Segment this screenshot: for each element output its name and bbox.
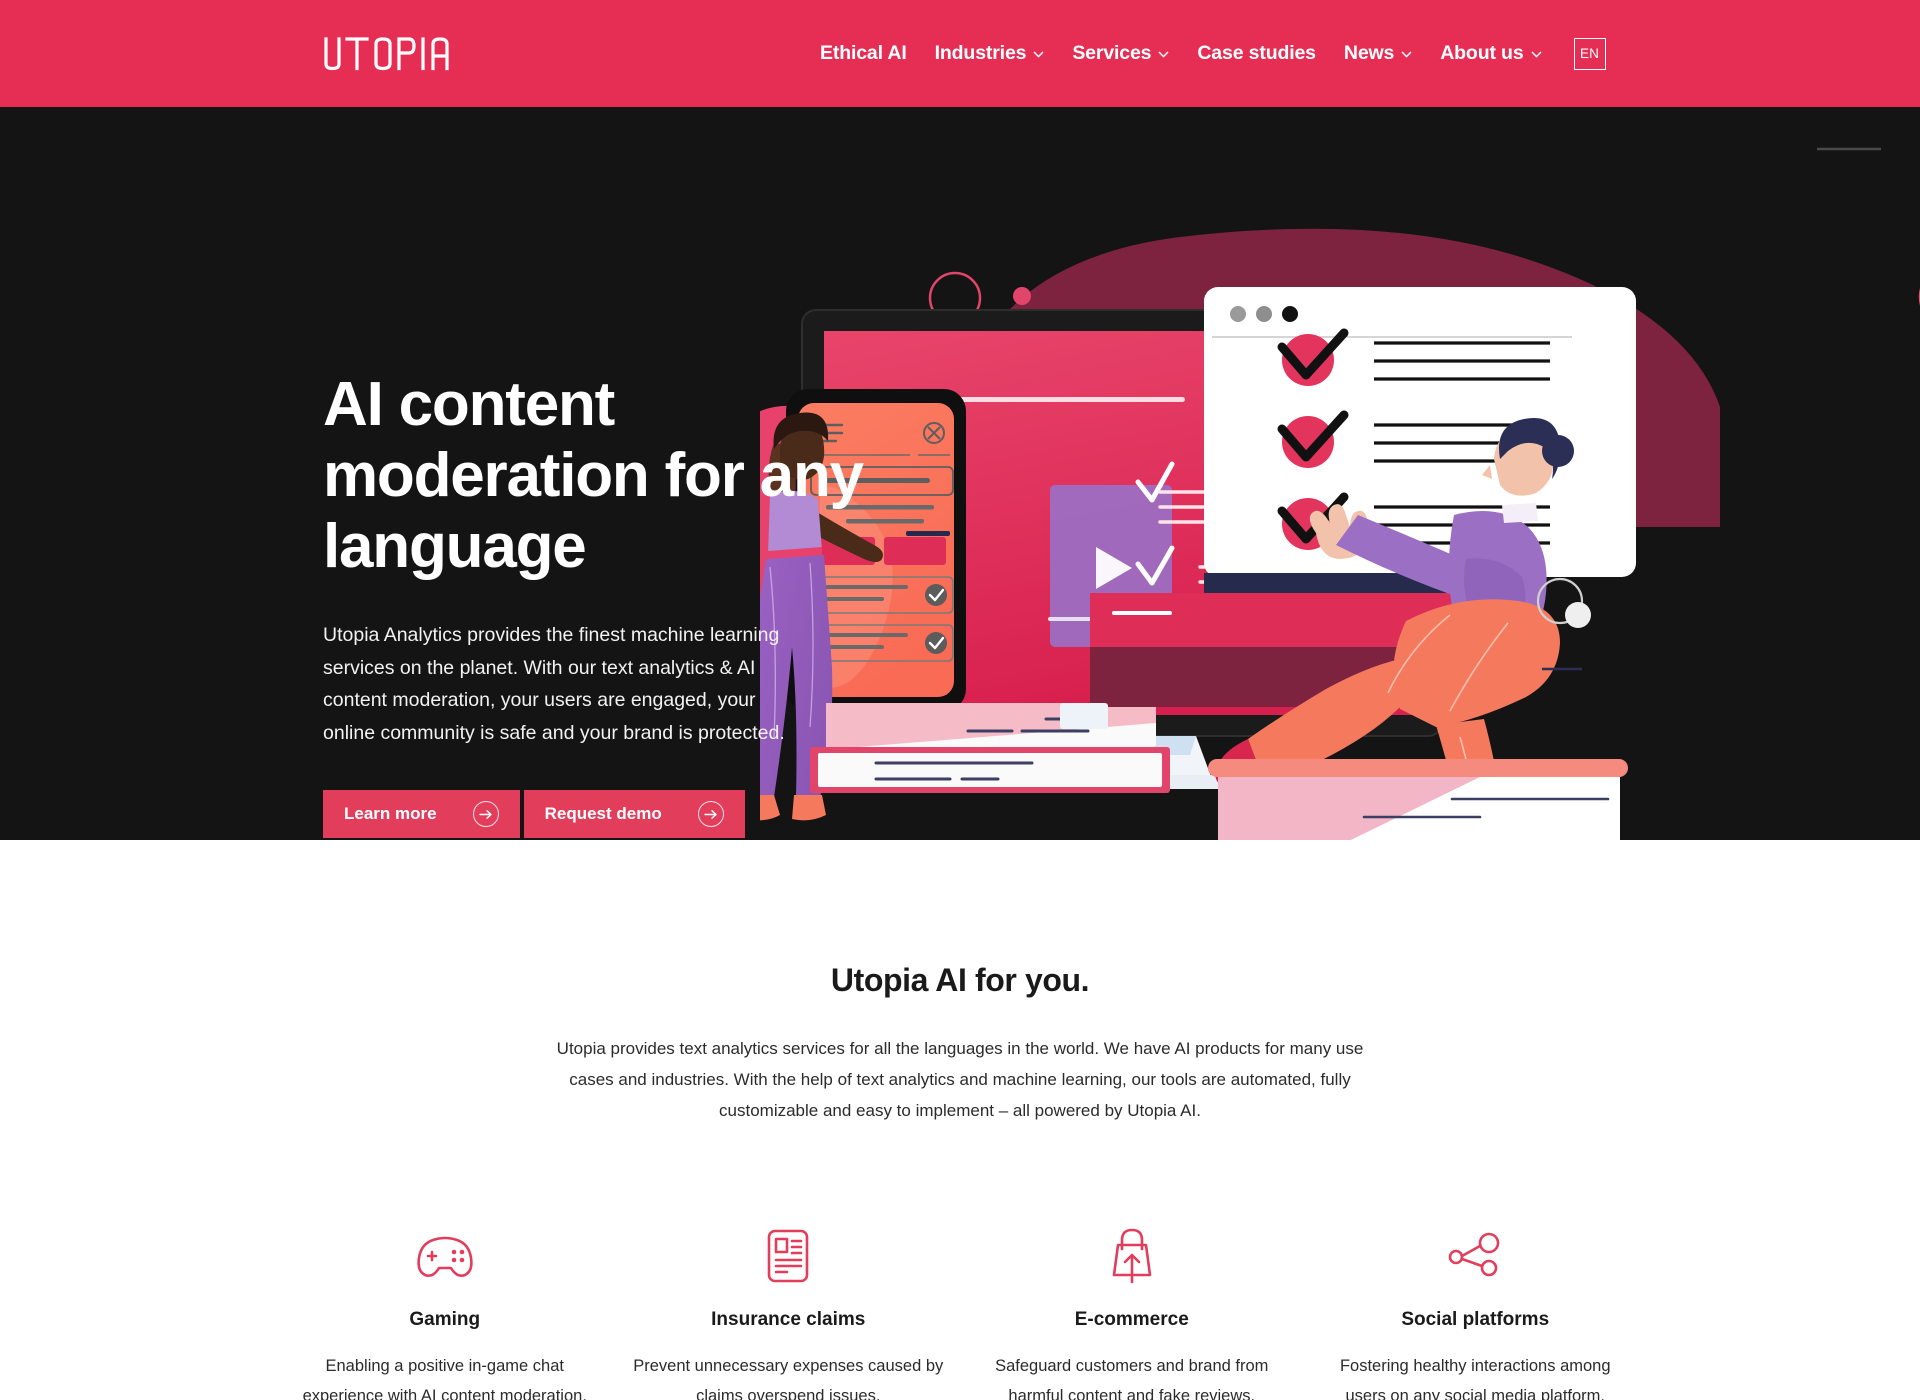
nav-item-ethical-ai[interactable]: Ethical AI: [806, 0, 921, 107]
chevron-down-icon: [1401, 51, 1412, 58]
nav-item-label: About us: [1440, 42, 1524, 64]
intro-title: Utopia AI for you.: [830, 962, 1090, 998]
nav-item-news[interactable]: News: [1330, 0, 1426, 107]
nav-item-about-us[interactable]: About us: [1426, 0, 1555, 107]
intro-text: Utopia provides text analytics services …: [556, 1039, 1364, 1120]
nav-item-label: Ethical AI: [820, 42, 907, 64]
gamepad-icon: [289, 1227, 601, 1285]
feature-title: Gaming: [409, 1309, 481, 1330]
feature-description: Enabling a positive in-game chat experie…: [302, 1357, 587, 1400]
chevron-down-icon: [1530, 51, 1542, 58]
learn-more-label: Learn more: [344, 804, 437, 823]
chevron-down-icon: [1158, 51, 1169, 58]
hero-subtitle: Utopia Analytics provides the finest mac…: [323, 624, 785, 744]
feature-list: Gaming Enabling a positive in-game chat …: [273, 1227, 1647, 1400]
nav-item-industries[interactable]: Industries: [921, 0, 1059, 107]
feature-description: Fostering healthy interactions among use…: [1339, 1357, 1611, 1400]
learn-more-button[interactable]: Learn more: [323, 790, 520, 838]
feature-card-insurance-claims[interactable]: Insurance claims Prevent unnecessary exp…: [617, 1227, 961, 1400]
main-navigation: Ethical AI Industries Services Case stud…: [806, 0, 1606, 107]
arrow-right-icon: [472, 801, 499, 827]
feature-description: Safeguard customers and brand from harmf…: [995, 1357, 1269, 1400]
document-icon: [633, 1227, 945, 1285]
language-label: EN: [1579, 46, 1600, 61]
site-logo[interactable]: [323, 33, 475, 75]
nav-item-case-studies[interactable]: Case studies: [1183, 0, 1330, 107]
chevron-down-icon: [1033, 51, 1044, 58]
request-demo-label: Request demo: [544, 804, 662, 823]
feature-card-social-platforms[interactable]: Social platforms Fostering healthy inter…: [1304, 1227, 1648, 1400]
intro-section: Utopia AI for you. Utopia provides text …: [0, 840, 1920, 1400]
feature-card-gaming[interactable]: Gaming Enabling a positive in-game chat …: [273, 1227, 617, 1400]
arrow-right-icon: [697, 801, 724, 827]
feature-title: Insurance claims: [711, 1309, 866, 1330]
hero-title: AI content moderation for any language: [323, 370, 864, 581]
shopping-bag-icon: [976, 1227, 1288, 1285]
hero-illustration: [760, 107, 1920, 840]
share-network-icon: [1320, 1227, 1632, 1285]
hero-copy: AI content moderation for any language U…: [323, 369, 933, 838]
feature-card-ecommerce[interactable]: E-commerce Safeguard customers and brand…: [960, 1227, 1304, 1400]
nav-item-services[interactable]: Services: [1058, 0, 1183, 107]
hero-section: AI content moderation for any language U…: [0, 107, 1920, 840]
feature-description: Prevent unnecessary expenses caused by c…: [633, 1357, 944, 1400]
hero-illustration-graphic: [760, 107, 1920, 840]
hero-cta-group: Learn more Request demo: [323, 790, 933, 838]
feature-title: Social platforms: [1401, 1309, 1550, 1330]
nav-item-label: Industries: [934, 42, 1027, 64]
request-demo-button[interactable]: Request demo: [523, 790, 745, 838]
nav-item-label: News: [1343, 42, 1395, 64]
feature-title: E-commerce: [1074, 1309, 1189, 1330]
utopia-logo-icon: [324, 37, 449, 71]
nav-item-label: Services: [1072, 42, 1152, 64]
site-header: Ethical AI Industries Services Case stud…: [0, 0, 1920, 107]
language-switcher[interactable]: EN: [1573, 37, 1606, 70]
nav-item-label: Case studies: [1197, 42, 1316, 64]
